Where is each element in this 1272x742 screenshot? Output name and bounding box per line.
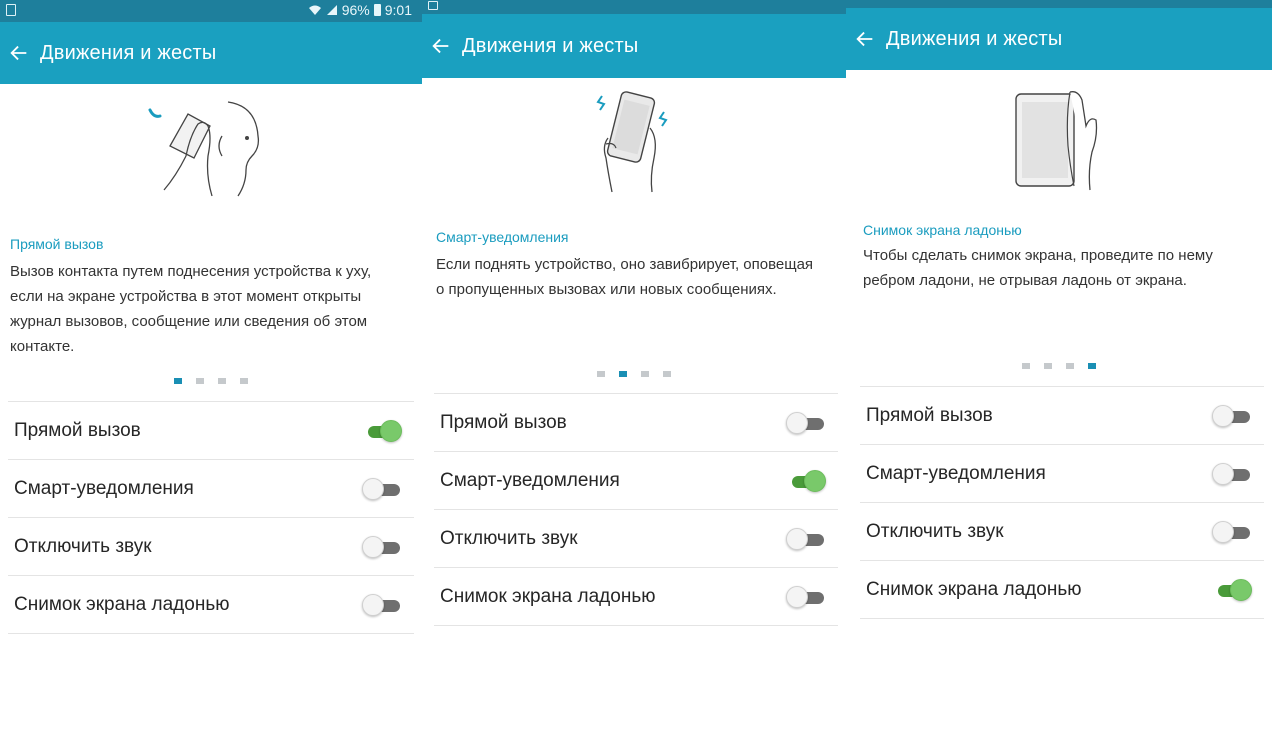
status-bar <box>422 0 846 14</box>
mute-toggle[interactable] <box>1212 520 1252 544</box>
screen-direct-call: 96% 9:01 Движения и жесты Прямой вызов В… <box>0 0 422 742</box>
page-title: Движения и жесты <box>40 41 217 64</box>
palm-capture-toggle[interactable] <box>786 585 826 609</box>
setting-row-mute[interactable]: Отключить звук <box>860 503 1264 561</box>
feature-title: Прямой вызов <box>10 236 104 252</box>
palm-swipe-illustration <box>1015 91 1098 191</box>
screen-smart-alert: Движения и жесты Смарт-уведомления Если … <box>422 0 846 742</box>
status-bar <box>846 0 1272 8</box>
setting-row-mute[interactable]: Отключить звук <box>434 510 838 568</box>
page-dot[interactable] <box>1044 363 1052 369</box>
setting-label: Снимок экрана ладонью <box>14 593 230 615</box>
setting-row-direct-call[interactable]: Прямой вызов <box>8 402 414 460</box>
setting-row-palm-capture[interactable]: Снимок экрана ладонью <box>434 568 838 626</box>
page-dot[interactable] <box>1088 363 1096 369</box>
setting-row-direct-call[interactable]: Прямой вызов <box>434 394 838 452</box>
setting-row-direct-call[interactable]: Прямой вызов <box>860 387 1264 445</box>
page-dot[interactable] <box>218 378 226 384</box>
direct-call-toggle[interactable] <box>362 419 402 443</box>
page-dot[interactable] <box>174 378 182 384</box>
status-bar: 96% 9:01 <box>0 0 422 22</box>
mute-toggle[interactable] <box>362 535 402 559</box>
gesture-settings-list: Прямой вызов Смарт-уведомления Отключить… <box>860 386 1264 619</box>
feature-title: Смарт-уведомления <box>436 229 569 245</box>
page-dot[interactable] <box>597 371 605 377</box>
page-indicator <box>174 378 248 384</box>
setting-label: Смарт-уведомления <box>440 469 620 491</box>
setting-row-mute[interactable]: Отключить звук <box>8 518 414 576</box>
page-dot[interactable] <box>240 378 248 384</box>
direct-call-toggle[interactable] <box>1212 404 1252 428</box>
page-dot[interactable] <box>663 371 671 377</box>
page-dot[interactable] <box>1066 363 1074 369</box>
setting-label: Снимок экрана ладонью <box>440 585 656 607</box>
page-title: Движения и жесты <box>886 27 1063 50</box>
feature-title: Снимок экрана ладонью <box>863 222 1022 238</box>
palm-capture-toggle[interactable] <box>362 593 402 617</box>
palm-capture-toggle[interactable] <box>1212 578 1252 602</box>
setting-label: Отключить звук <box>866 520 1004 542</box>
screen-palm-capture: Движения и жесты Снимок экрана ладонью Ч… <box>846 0 1272 742</box>
direct-call-toggle[interactable] <box>786 411 826 435</box>
app-bar: Движения и жесты <box>846 8 1272 70</box>
feature-description: Вызов контакта путем поднесения устройст… <box>10 263 372 355</box>
setting-label: Снимок экрана ладонью <box>866 578 1082 600</box>
feature-description: Чтобы сделать снимок экрана, проведите п… <box>863 247 1213 289</box>
clock: 9:01 <box>384 2 412 18</box>
gesture-settings-list: Прямой вызов Смарт-уведомления Отключить… <box>8 401 414 634</box>
notification-icon <box>428 1 438 10</box>
setting-row-smart-alert[interactable]: Смарт-уведомления <box>434 452 838 510</box>
screenshot-collage: 96% 9:01 Движения и жесты Прямой вызов В… <box>0 0 1272 742</box>
smart-alert-toggle[interactable] <box>362 477 402 501</box>
feature-description: Если поднять устройство, оно завибрирует… <box>436 256 814 298</box>
ear-call-illustration <box>148 101 260 197</box>
battery-percent: 96% <box>341 2 370 18</box>
page-dot[interactable] <box>619 371 627 377</box>
back-arrow-icon[interactable] <box>430 35 452 57</box>
setting-label: Смарт-уведомления <box>866 462 1046 484</box>
setting-row-palm-capture[interactable]: Снимок экрана ладонью <box>860 561 1264 619</box>
phone-vibrate-illustration <box>596 91 668 193</box>
back-arrow-icon[interactable] <box>8 42 30 64</box>
signal-icon <box>326 5 337 15</box>
battery-icon <box>373 4 381 16</box>
back-arrow-icon[interactable] <box>854 28 876 50</box>
page-dot[interactable] <box>196 378 204 384</box>
wifi-icon <box>308 5 321 15</box>
app-bar: Движения и жесты <box>422 14 846 78</box>
smart-alert-toggle[interactable] <box>786 469 826 493</box>
setting-label: Прямой вызов <box>440 411 567 433</box>
setting-label: Прямой вызов <box>866 404 993 426</box>
setting-label: Отключить звук <box>440 527 578 549</box>
smart-alert-toggle[interactable] <box>1212 462 1252 486</box>
setting-row-smart-alert[interactable]: Смарт-уведомления <box>860 445 1264 503</box>
page-dot[interactable] <box>641 371 649 377</box>
page-dot[interactable] <box>1022 363 1030 369</box>
gesture-settings-list: Прямой вызов Смарт-уведомления Отключить… <box>434 393 838 626</box>
mute-toggle[interactable] <box>786 527 826 551</box>
setting-row-palm-capture[interactable]: Снимок экрана ладонью <box>8 576 414 634</box>
setting-label: Отключить звук <box>14 535 152 557</box>
setting-label: Прямой вызов <box>14 419 141 441</box>
setting-row-smart-alert[interactable]: Смарт-уведомления <box>8 460 414 518</box>
page-indicator <box>597 371 671 377</box>
setting-label: Смарт-уведомления <box>14 477 194 499</box>
page-indicator <box>1022 363 1096 369</box>
app-bar: Движения и жесты <box>0 22 422 84</box>
notification-icon <box>6 4 16 16</box>
page-title: Движения и жесты <box>462 34 639 57</box>
